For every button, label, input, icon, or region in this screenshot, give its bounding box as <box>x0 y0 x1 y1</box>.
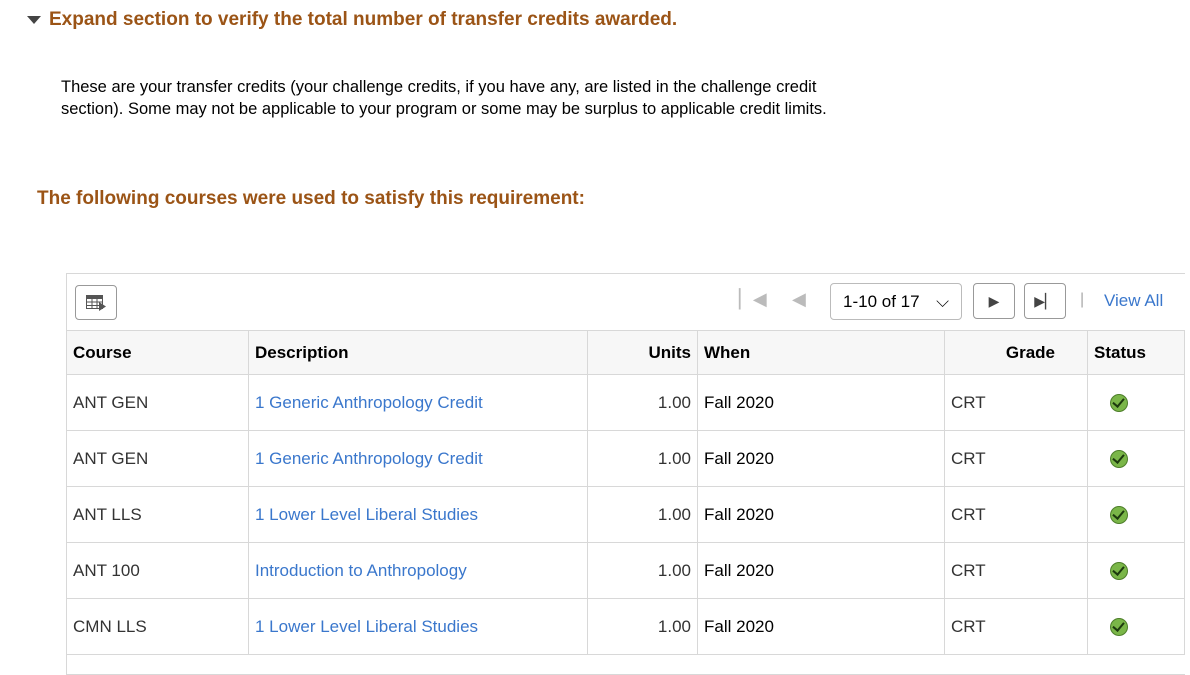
view-all-link[interactable]: View All <box>1104 291 1163 311</box>
check-icon <box>1110 506 1128 525</box>
units-cell: 1.00 <box>587 486 698 543</box>
last-page-button[interactable]: ▶▏ <box>1024 283 1066 319</box>
first-page-icon: ▏◀ <box>739 289 767 309</box>
when-cell: Fall 2020 <box>697 486 945 543</box>
course-cell: ANT GEN <box>67 374 249 431</box>
requirement-heading: The following courses were used to satis… <box>37 188 585 209</box>
check-icon <box>1110 618 1128 637</box>
description-link[interactable]: 1 Lower Level Liberal Studies <box>255 617 478 636</box>
separator: | <box>1080 291 1085 308</box>
course-cell: CMN LLS <box>67 598 249 655</box>
course-cell: ANT LLS <box>67 486 249 543</box>
section-toggle[interactable]: Expand section to verify the total numbe… <box>27 9 677 31</box>
course-cell: ANT 100 <box>67 542 249 599</box>
units-cell: 1.00 <box>587 542 698 599</box>
when-cell: Fall 2020 <box>697 374 945 431</box>
chevron-down-icon: ⌵ <box>936 292 949 311</box>
col-status[interactable]: Status <box>1087 331 1185 375</box>
description-link[interactable]: 1 Generic Anthropology Credit <box>255 393 483 412</box>
description-link[interactable]: Introduction to Anthropology <box>255 561 467 580</box>
courses-grid: ▏◀ ◀ 1-10 of 17 ⌵ ▶ ▶▏ | View All Course … <box>66 273 1185 675</box>
when-cell: Fall 2020 <box>697 598 945 655</box>
when-cell: Fall 2020 <box>697 542 945 599</box>
previous-page-icon: ◀ <box>792 289 806 309</box>
last-page-icon: ▶▏ <box>1034 292 1056 309</box>
when-cell: Fall 2020 <box>697 430 945 487</box>
spreadsheet-icon <box>86 294 106 311</box>
download-spreadsheet-button[interactable] <box>75 285 117 320</box>
table-row: ANT 100 Introduction to Anthropology 1.0… <box>67 542 1185 599</box>
page-range-select[interactable]: 1-10 of 17 ⌵ <box>830 283 962 320</box>
col-when[interactable]: When <box>697 331 945 375</box>
grade-cell: CRT <box>944 486 1088 543</box>
grid-toolbar: ▏◀ ◀ 1-10 of 17 ⌵ ▶ ▶▏ | View All <box>67 274 1185 331</box>
col-course[interactable]: Course <box>67 331 249 375</box>
grade-cell: CRT <box>944 430 1088 487</box>
units-cell: 1.00 <box>587 430 698 487</box>
next-icon: ▶ <box>988 292 1000 309</box>
courses-table: Course Description Units When Grade Stat… <box>67 331 1185 655</box>
grade-cell: CRT <box>944 598 1088 655</box>
check-icon <box>1110 450 1128 469</box>
next-page-button[interactable]: ▶ <box>973 283 1015 319</box>
table-row: CMN LLS 1 Lower Level Liberal Studies 1.… <box>67 598 1185 655</box>
col-units[interactable]: Units <box>587 331 698 375</box>
grade-cell: CRT <box>944 542 1088 599</box>
col-grade[interactable]: Grade <box>944 331 1088 375</box>
check-icon <box>1110 562 1128 581</box>
units-cell: 1.00 <box>587 374 698 431</box>
table-row: ANT LLS 1 Lower Level Liberal Studies 1.… <box>67 486 1185 543</box>
table-row: ANT GEN 1 Generic Anthropology Credit 1.… <box>67 430 1185 487</box>
section-title: Expand section to verify the total numbe… <box>49 9 678 30</box>
course-cell: ANT GEN <box>67 430 249 487</box>
units-cell: 1.00 <box>587 598 698 655</box>
col-description[interactable]: Description <box>248 331 588 375</box>
grade-cell: CRT <box>944 374 1088 431</box>
collapse-triangle-icon <box>27 16 41 24</box>
check-icon <box>1110 394 1128 413</box>
intro-text: These are your transfer credits (your ch… <box>61 78 827 118</box>
table-row: ANT GEN 1 Generic Anthropology Credit 1.… <box>67 374 1185 431</box>
description-link[interactable]: 1 Lower Level Liberal Studies <box>255 505 478 524</box>
description-link[interactable]: 1 Generic Anthropology Credit <box>255 449 483 468</box>
